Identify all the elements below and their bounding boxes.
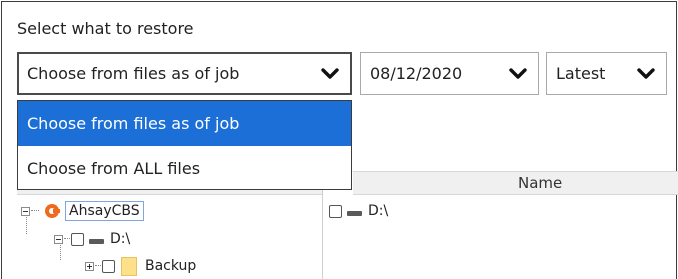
tree-checkbox[interactable] <box>71 232 84 246</box>
file-list-row[interactable]: D:\ <box>329 200 388 222</box>
option-all-files[interactable]: Choose from ALL files <box>18 146 351 190</box>
expand-icon[interactable] <box>85 261 94 271</box>
restore-mode-select[interactable]: Choose from files as of job <box>17 52 352 95</box>
drive-icon <box>89 239 104 244</box>
drive-icon <box>347 211 362 216</box>
tree-node-folder[interactable]: Backup <box>85 255 196 277</box>
tree-node-drive[interactable]: D:\ <box>54 228 130 250</box>
file-name: D:\ <box>368 203 389 219</box>
tree-checkbox[interactable] <box>102 259 115 273</box>
collapse-icon[interactable] <box>21 206 30 216</box>
row-checkbox[interactable] <box>329 204 342 218</box>
chevron-down-icon <box>637 67 655 79</box>
restore-mode-dropdown: Choose from files as of job Choose from … <box>17 100 352 190</box>
restore-mode-value: Choose from files as of job <box>27 64 240 83</box>
chevron-down-icon <box>509 67 527 79</box>
chevron-down-icon <box>321 67 339 79</box>
version-select[interactable]: Latest <box>546 52 667 95</box>
date-value: 08/12/2020 <box>370 64 463 83</box>
collapse-icon[interactable] <box>54 234 63 244</box>
tree-node-label: Backup <box>145 258 197 274</box>
folder-icon <box>121 256 137 276</box>
option-files-as-of-job[interactable]: Choose from files as of job <box>18 101 351 146</box>
column-header-name[interactable]: Name <box>518 174 562 192</box>
tree-node-label[interactable]: AhsayCBS <box>65 201 144 221</box>
tree-node-label: D:\ <box>110 231 131 247</box>
date-select[interactable]: 08/12/2020 <box>360 52 539 95</box>
section-title: Select what to restore <box>17 19 194 38</box>
ahsay-logo-icon <box>45 204 60 218</box>
version-value: Latest <box>556 64 606 83</box>
file-list-header: Name <box>353 171 678 195</box>
tree-node-root[interactable]: AhsayCBS <box>21 200 144 222</box>
